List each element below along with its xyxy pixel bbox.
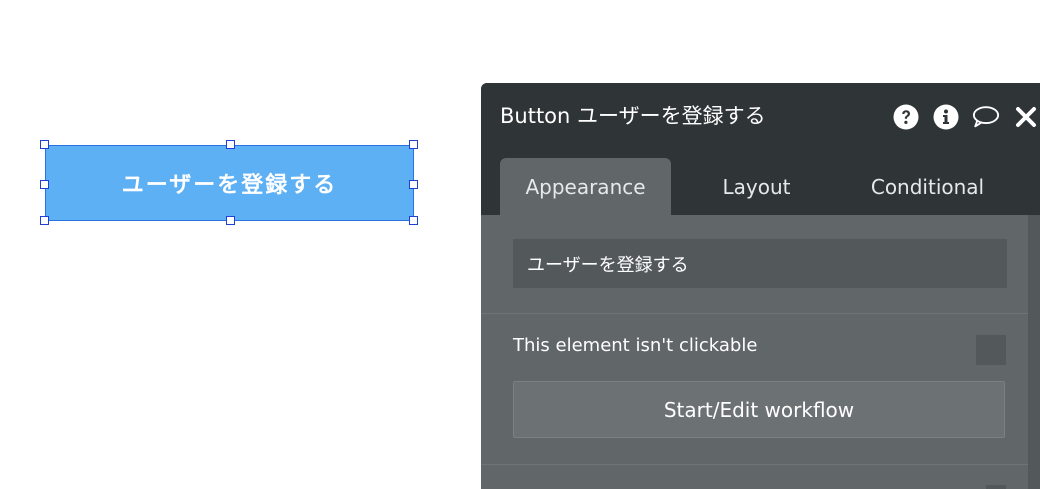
canvas-button[interactable]: ユーザーを登録する: [45, 145, 414, 221]
info-icon[interactable]: [932, 103, 960, 131]
canvas-button-label: ユーザーを登録する: [121, 173, 338, 198]
tab-appearance-label: Appearance: [525, 174, 646, 199]
resize-handle-bottom-middle[interactable]: [226, 216, 235, 225]
resize-handle-top-right[interactable]: [409, 140, 418, 149]
tab-layout[interactable]: Layout: [671, 158, 842, 215]
property-editor-panel: Button ユーザーを登録する Appearance Layout Condi…: [481, 83, 1040, 489]
tab-conditional[interactable]: Conditional: [842, 158, 1013, 215]
section-divider: [481, 313, 1028, 314]
header-icons: [892, 103, 1040, 131]
tabs-bar: Appearance Layout Conditional: [481, 147, 1040, 215]
help-icon[interactable]: [892, 103, 920, 131]
panel-title: Button ユーザーを登録する: [500, 104, 766, 128]
next-section-stub: [986, 485, 1006, 489]
button-text-input[interactable]: [513, 239, 1007, 288]
panel-header[interactable]: Button ユーザーを登録する: [481, 83, 1040, 147]
resize-handle-middle-right[interactable]: [409, 180, 418, 189]
section-divider: [481, 464, 1028, 465]
close-icon[interactable]: [1012, 103, 1040, 131]
tab-appearance[interactable]: Appearance: [500, 158, 671, 215]
comment-icon[interactable]: [972, 103, 1000, 131]
not-clickable-label: This element isn't clickable: [513, 335, 758, 356]
tab-layout-label: Layout: [722, 174, 791, 199]
workflow-button-label: Start/Edit workflow: [663, 397, 855, 422]
resize-handle-top-middle[interactable]: [226, 140, 235, 149]
resize-handle-bottom-right[interactable]: [409, 216, 418, 225]
tab-conditional-label: Conditional: [870, 174, 985, 199]
panel-scrollbar[interactable]: [1028, 215, 1040, 489]
resize-handle-middle-left[interactable]: [40, 180, 49, 189]
resize-handle-top-left[interactable]: [40, 140, 49, 149]
not-clickable-checkbox[interactable]: [976, 335, 1006, 365]
start-edit-workflow-button[interactable]: Start/Edit workflow: [513, 381, 1005, 438]
resize-handle-bottom-left[interactable]: [40, 216, 49, 225]
